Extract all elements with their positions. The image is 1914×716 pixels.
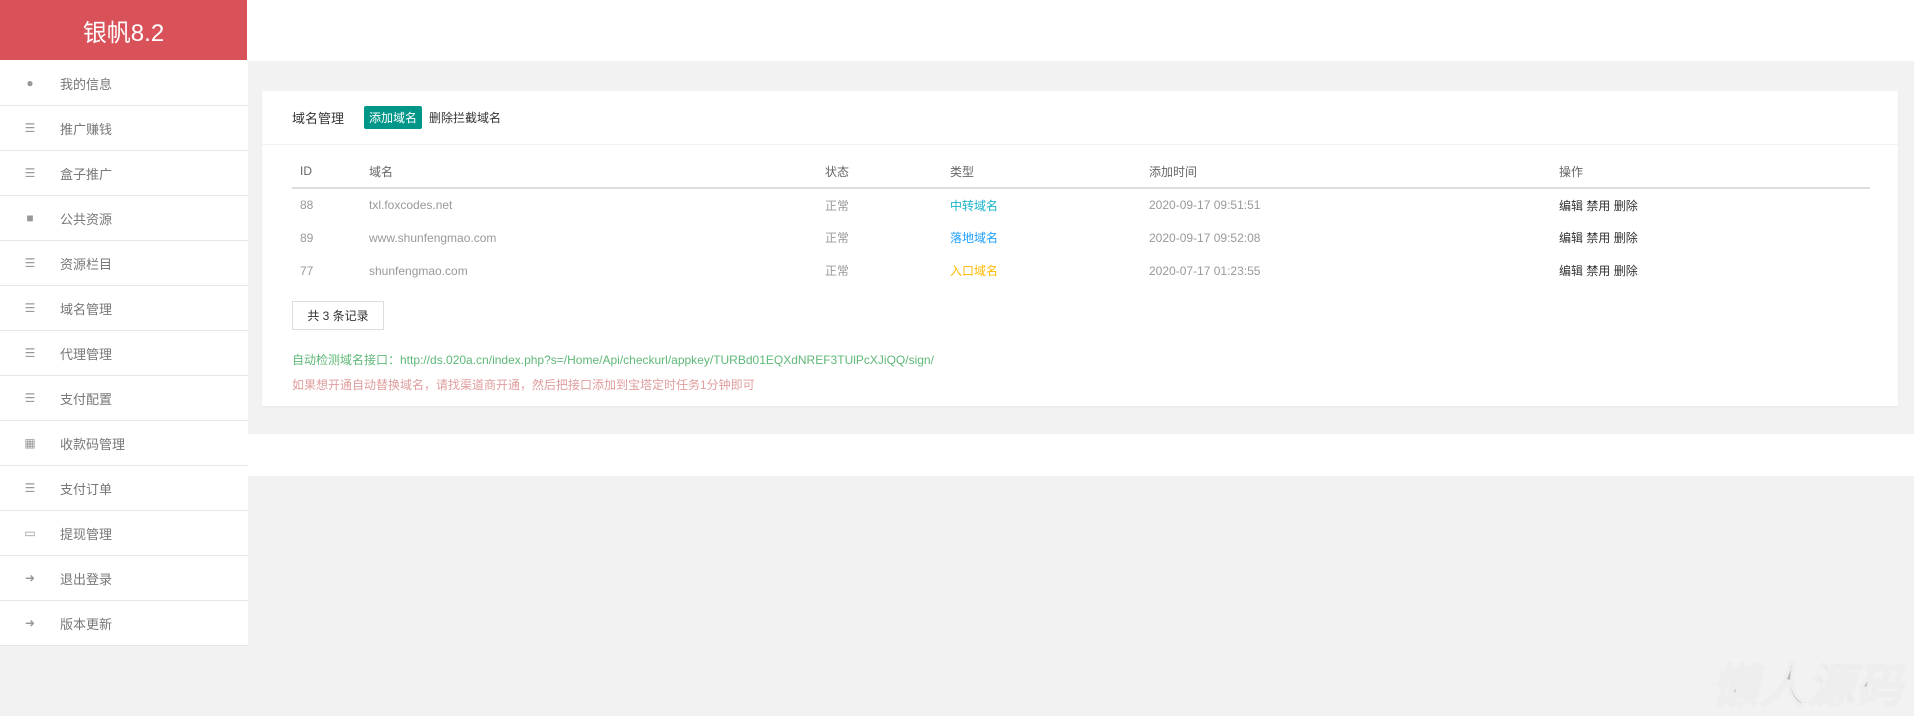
sidebar-item-label: 我的信息 xyxy=(60,76,113,92)
sidebar-item-label: 支付配置 xyxy=(60,391,113,407)
col-time: 添加时间 xyxy=(1149,155,1559,189)
sidebar-item[interactable]: ➜ 版本更新 xyxy=(0,601,248,646)
sidebar-item-label: 支付订单 xyxy=(60,481,113,497)
delete-link[interactable]: 删除 xyxy=(1614,231,1638,245)
disable-link[interactable]: 禁用 xyxy=(1586,199,1610,213)
col-id: ID xyxy=(292,155,369,189)
cell-status: 正常 xyxy=(825,264,850,278)
sidebar-item-label: 推广赚钱 xyxy=(60,121,113,137)
cell-actions: 编辑 禁用 删除 xyxy=(1559,188,1870,221)
cell-time: 2020-09-17 09:52:08 xyxy=(1149,230,1261,245)
edit-link[interactable]: 编辑 xyxy=(1559,264,1583,278)
sidebar-item[interactable]: ➜ 退出登录 xyxy=(0,556,248,601)
cell-id: 77 xyxy=(300,263,314,278)
sidebar-item[interactable]: ☰ 支付订单 xyxy=(0,466,248,511)
watermark: 懒人源码 xyxy=(1711,659,1904,713)
table-header-row: ID 域名 状态 类型 添加时间 操作 xyxy=(292,155,1870,189)
sidebar-item-label: 收款码管理 xyxy=(60,436,126,452)
col-status: 状态 xyxy=(825,155,950,189)
sidebar-item[interactable]: ▭ 提现管理 xyxy=(0,511,248,556)
money-icon: ▭ xyxy=(24,526,36,540)
delete-link[interactable]: 删除 xyxy=(1614,199,1638,213)
sidebar-item-label: 资源栏目 xyxy=(60,256,113,272)
sidebar: ● 我的信息 ☰ 推广赚钱 ☰ 盒子推广 ■ 公共资源 ☰ 资源栏目 ☰ 域名管理 ☰ 代理管理 ☰ 支付配置… xyxy=(0,61,248,646)
domain-card: 域名管理 添加域名 删除拦截域名 ID 域名 状态 类型 添加时间 操作 88 … xyxy=(262,91,1898,406)
cell-status: 正常 xyxy=(825,231,850,245)
sidebar-item-label: 版本更新 xyxy=(60,616,113,632)
disable-link[interactable]: 禁用 xyxy=(1586,231,1610,245)
cell-domain: www.shunfengmao.com xyxy=(369,230,497,245)
table-row: 77 shunfengmao.com 正常 入口域名 2020-07-17 01… xyxy=(292,254,1870,287)
sidebar-item[interactable]: ■ 公共资源 xyxy=(0,196,248,241)
cell-time: 2020-09-17 09:51:51 xyxy=(1149,198,1261,212)
cell-id: 88 xyxy=(300,198,314,212)
cell-domain: txl.foxcodes.net xyxy=(369,198,453,212)
sign-in-icon: ➜ xyxy=(24,616,36,630)
qrcode-icon: ▦ xyxy=(24,436,36,450)
tip-note: 如果想开通自动替换域名，请找渠道商开通，然后把接口添加到宝塔定时任务1分钟即可 xyxy=(292,378,755,392)
cell-id: 89 xyxy=(300,230,314,245)
table-row: 89 www.shunfengmao.com 正常 落地域名 2020-09-1… xyxy=(292,221,1870,254)
col-type: 类型 xyxy=(950,155,1149,189)
delete-link[interactable]: 删除 xyxy=(1614,264,1638,278)
sidebar-item[interactable]: ▦ 收款码管理 xyxy=(0,421,248,466)
record-count: 共 3 条记录 xyxy=(292,301,384,330)
cell-actions: 编辑 禁用 删除 xyxy=(1559,221,1870,254)
col-domain: 域名 xyxy=(369,155,825,189)
disable-link[interactable]: 禁用 xyxy=(1586,264,1610,278)
list-ul-icon: ☰ xyxy=(24,391,36,405)
col-actions: 操作 xyxy=(1559,155,1870,189)
sidebar-item-label: 代理管理 xyxy=(60,346,113,362)
sidebar-item[interactable]: ☰ 代理管理 xyxy=(0,331,248,376)
sidebar-item[interactable]: ☰ 支付配置 xyxy=(0,376,248,421)
list-icon: ☰ xyxy=(24,301,36,315)
list-icon: ☰ xyxy=(24,121,36,135)
cell-type: 落地域名 xyxy=(950,231,999,245)
cell-status: 正常 xyxy=(825,198,850,213)
list-ul-icon: ☰ xyxy=(24,481,36,495)
sidebar-item-label: 盒子推广 xyxy=(60,166,113,182)
top-bar xyxy=(0,0,1914,61)
cell-domain: shunfengmao.com xyxy=(369,263,468,278)
sign-in-icon: ➜ xyxy=(24,571,36,585)
video-camera-icon: ■ xyxy=(26,211,34,225)
cell-type: 中转域名 xyxy=(950,198,999,213)
table-row: 88 txl.foxcodes.net 正常 中转域名 2020-09-17 0… xyxy=(292,188,1870,221)
cell-actions: 编辑 禁用 删除 xyxy=(1559,254,1870,287)
list-ul-icon: ☰ xyxy=(24,346,36,360)
sidebar-item-label: 退出登录 xyxy=(60,571,113,587)
api-note: 自动检测域名接口：http://ds.020a.cn/index.php?s=/… xyxy=(292,353,934,367)
sidebar-item-label: 提现管理 xyxy=(60,526,113,542)
domain-table: ID 域名 状态 类型 添加时间 操作 88 txl.foxcodes.net … xyxy=(292,155,1870,287)
edit-link[interactable]: 编辑 xyxy=(1559,199,1583,213)
footer-strip xyxy=(248,434,1914,476)
sidebar-item[interactable]: ☰ 域名管理 xyxy=(0,286,248,331)
app-logo[interactable]: 银帆8.2 xyxy=(0,0,247,60)
cell-type: 入口域名 xyxy=(950,264,999,278)
sidebar-item[interactable]: ● 我的信息 xyxy=(0,61,248,106)
sidebar-item-label: 公共资源 xyxy=(60,211,113,227)
list-icon: ☰ xyxy=(24,166,36,180)
list-icon: ☰ xyxy=(24,256,36,270)
add-domain-button[interactable]: 添加域名 xyxy=(364,106,423,129)
cell-time: 2020-07-17 01:23:55 xyxy=(1149,263,1261,278)
card-title: 域名管理 xyxy=(292,111,345,126)
card-header: 域名管理 添加域名 删除拦截域名 xyxy=(262,91,1898,145)
sidebar-item[interactable]: ☰ 盒子推广 xyxy=(0,151,248,196)
edit-link[interactable]: 编辑 xyxy=(1559,231,1583,245)
sidebar-item[interactable]: ☰ 资源栏目 xyxy=(0,241,248,286)
user-icon: ● xyxy=(26,76,34,90)
delete-blocked-domains-button[interactable]: 删除拦截域名 xyxy=(429,109,501,126)
sidebar-item[interactable]: ☰ 推广赚钱 xyxy=(0,106,248,151)
sidebar-item-label: 域名管理 xyxy=(60,301,113,317)
